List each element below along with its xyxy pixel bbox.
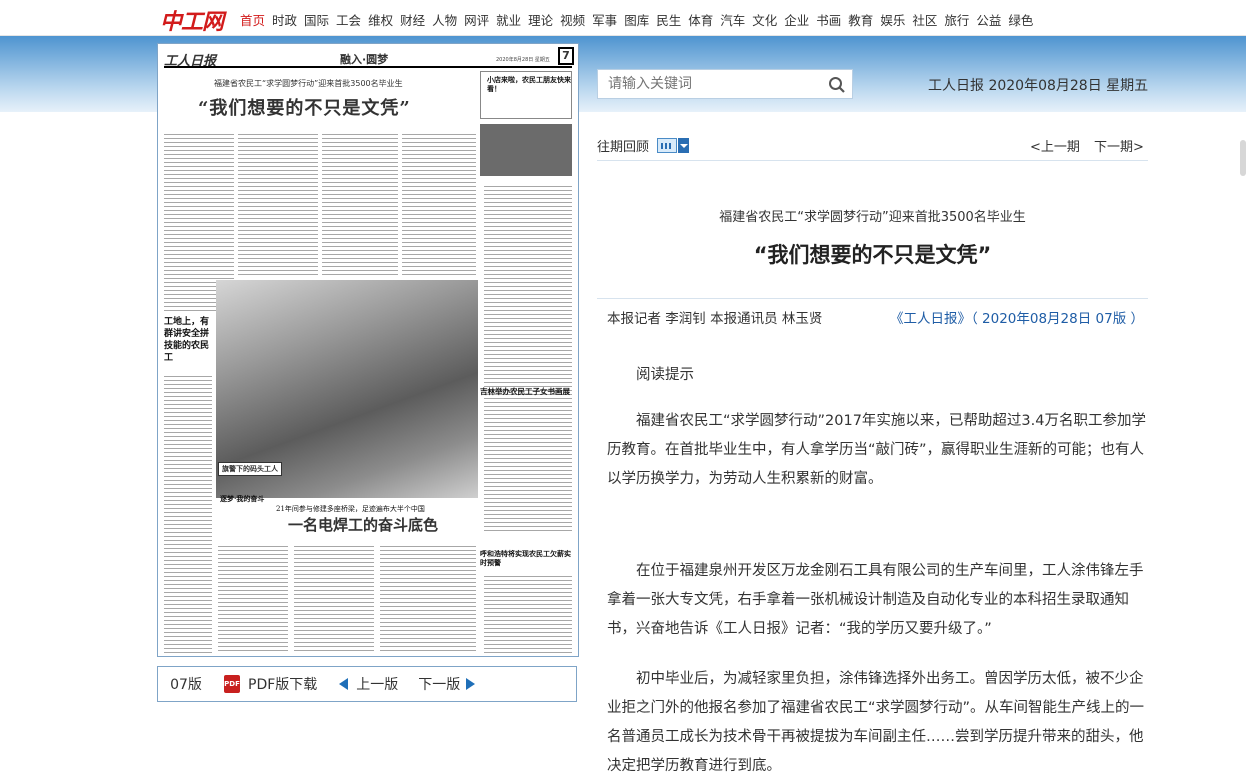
arrow-left-icon (339, 678, 349, 690)
paper-text-block (402, 132, 476, 277)
nav-link[interactable]: 绿色 (1008, 10, 1033, 29)
nav-link[interactable]: 企业 (784, 10, 809, 29)
current-page-label: 07版 (170, 677, 202, 693)
site-logo[interactable]: 中工网 (160, 4, 224, 35)
newspaper-page-image[interactable]: 工人日报 融入·圆梦 2020年8月28日 星期五 7 福建省农民工“求学圆梦行… (157, 43, 579, 657)
nav-link[interactable]: 理论 (528, 10, 553, 29)
nav-link[interactable]: 旅行 (944, 10, 969, 29)
nav-link[interactable]: 公益 (976, 10, 1001, 29)
archive-label: 往期回顾 (597, 140, 650, 155)
nav-link[interactable]: 就业 (496, 10, 521, 29)
paper-side-headline: 呼和浩特将实现农民工欠薪实时预警 (480, 549, 571, 567)
nav-link[interactable]: 社区 (912, 10, 937, 29)
paper-headline: “我们想要的不只是文凭” (198, 98, 411, 119)
article-paragraph: 福建省农民工“求学圆梦行动”2017年实施以来，已帮助超过3.4万名职工参加学历… (607, 413, 1146, 487)
nav-link[interactable]: 书画 (816, 10, 841, 29)
page-pager: 07版 PDF PDF版下载 上一版 下一版 (157, 666, 577, 702)
article-source-link[interactable]: 《工人日报》（ 2020年08月28日 07版 ） (890, 307, 1144, 327)
paper-header-rule (164, 66, 572, 68)
next-page-button[interactable]: 下一版 (418, 674, 476, 694)
paper-text-block (484, 184, 572, 404)
nav-links: 首页 时政 国际 工会 维权 财经 人物 网评 就业 理论 视频 军事 图库 民生 体育 汽车 文化 企业 书画 教育… (240, 10, 1040, 29)
paper-text-block (218, 544, 288, 654)
divider (597, 298, 1148, 299)
nav-link[interactable]: 国际 (304, 10, 329, 29)
paper-text-block (294, 544, 374, 654)
pdf-download-button[interactable]: PDF PDF版下载 (224, 674, 317, 694)
next-page-label: 下一版 (418, 677, 461, 693)
paper-text-block (164, 374, 212, 654)
search-box (597, 69, 853, 99)
prev-page-label: 上一版 (356, 677, 399, 693)
paper-dark-box (480, 124, 572, 176)
paper-side-headline: 吉林举办农民工子女书画展 (480, 387, 570, 396)
next-issue-link[interactable]: 下一期> (1094, 136, 1144, 155)
article-subtitle: 福建省农民工“求学圆梦行动”迎来首批3500名毕业生 (719, 210, 1026, 225)
archive-control: 往期回顾 (597, 136, 690, 155)
prev-page-button[interactable]: 上一版 (339, 674, 398, 694)
nav-link[interactable]: 民生 (656, 10, 681, 29)
article-byline: 本报记者 李润钊 本报通讯员 林玉贤 (607, 311, 823, 327)
paper-text-block (484, 574, 572, 654)
article-paragraph: 初中毕业后，为减轻家里负担，涂伟锋选择外出务工。曾因学历太低，被不少企业拒之门外… (607, 671, 1145, 774)
paper-text-block (238, 132, 318, 277)
article-paragraph: 在位于福建泉州开发区万龙金刚石工具有限公司的生产车间里，工人涂伟锋左手拿着一张大… (607, 563, 1144, 637)
paper-text-block (322, 132, 398, 277)
nav-link[interactable]: 军事 (592, 10, 617, 29)
paper-text-block (380, 544, 476, 654)
pdf-download-label: PDF版下载 (248, 677, 318, 693)
paper-text-block (484, 404, 572, 534)
paper-subtitle: 福建省农民工“求学圆梦行动”迎来首批3500名毕业生 (214, 79, 403, 88)
paper-photo-caption: 旗警下的码头工人 (218, 462, 282, 476)
divider (597, 160, 1148, 161)
pdf-icon: PDF (224, 675, 240, 693)
paper-lower-kicker: 21年间参与修建多座桥梁，足迹遍布大半个中国 (276, 505, 425, 513)
nav-link[interactable]: 文化 (752, 10, 777, 29)
nav-link[interactable]: 网评 (464, 10, 489, 29)
paper-page-number: 7 (558, 47, 574, 65)
nav-link[interactable]: 工会 (336, 10, 361, 29)
search-icon[interactable] (828, 76, 846, 94)
nav-link[interactable]: 娱乐 (880, 10, 905, 29)
article-paragraph: 阅读提示 (636, 367, 694, 383)
scrollbar-thumb[interactable] (1240, 140, 1246, 176)
nav-link[interactable]: 体育 (688, 10, 713, 29)
article-title: “我们想要的不只是文凭” (753, 243, 992, 267)
top-nav: 中工网 首页 时政 国际 工会 维权 财经 人物 网评 就业 理论 视频 军事 图库 民生 体育 汽车 文化 企业… (0, 0, 1246, 36)
nav-link[interactable]: 维权 (368, 10, 393, 29)
search-input[interactable] (598, 70, 818, 98)
paper-lower-headline: 一名电焊工的奋斗底色 (288, 516, 439, 534)
issue-date: 工人日报 2020年08月28日 星期五 (928, 78, 1149, 94)
nav-link[interactable]: 首页 (240, 10, 265, 29)
nav-link[interactable]: 教育 (848, 10, 873, 29)
prev-issue-link[interactable]: <上一期 (1030, 136, 1080, 155)
paper-side-headline: 工地上，有群讲安全拼技能的农民工 (164, 317, 210, 363)
nav-link[interactable]: 人物 (432, 10, 457, 29)
arrow-right-icon (466, 678, 476, 690)
nav-link[interactable]: 图库 (624, 10, 649, 29)
dropdown-arrow-icon[interactable] (678, 138, 690, 153)
paper-section-title: 融入·圆梦 (340, 53, 389, 66)
paper-lower-tag: 逐梦·我的奋斗 (220, 494, 265, 503)
nav-link[interactable]: 汽车 (720, 10, 745, 29)
nav-link[interactable]: 视频 (560, 10, 585, 29)
nav-link[interactable]: 财经 (400, 10, 425, 29)
calendar-icon[interactable] (657, 138, 678, 153)
paper-date: 2020年8月28日 星期五 (496, 57, 550, 63)
nav-link[interactable]: 时政 (272, 10, 297, 29)
paper-sidebox: 小店来啦，农民工朋友快来看！ (480, 71, 572, 119)
